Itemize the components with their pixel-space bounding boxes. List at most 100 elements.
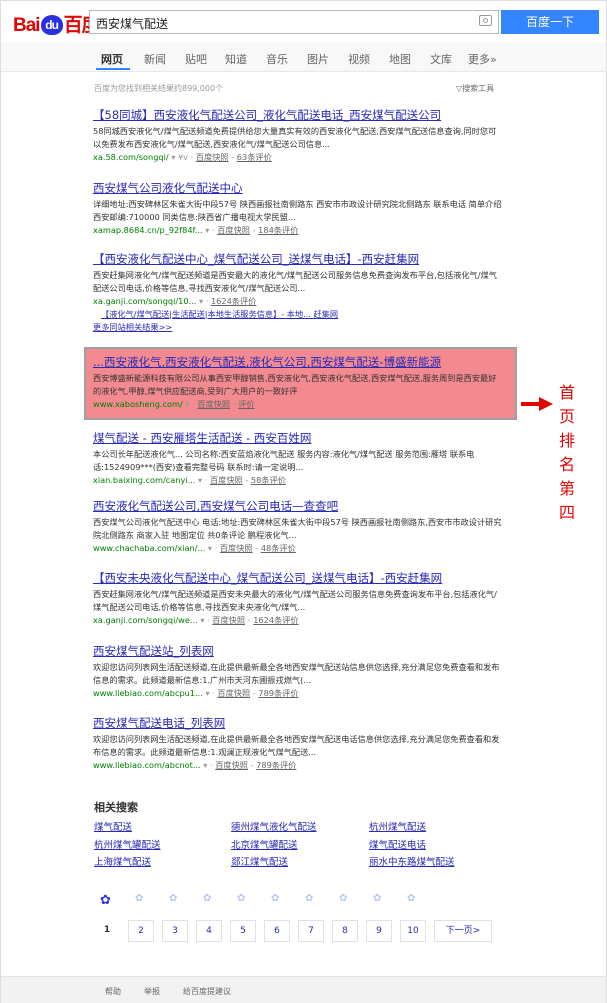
related-searches-title: 相关搜索: [94, 801, 138, 814]
tab-video[interactable]: 视频: [348, 51, 370, 67]
related-search-link[interactable]: 丽水中东路煤气配送: [369, 854, 455, 868]
result-url-extra: ▾ ·: [200, 615, 210, 626]
result-url[interactable]: xamap.8684.cn/p_92f84f...: [93, 225, 203, 235]
search-button[interactable]: 百度一下: [501, 10, 599, 34]
result-title[interactable]: 西安煤气公司液化气配送中心: [93, 181, 503, 196]
tab-web[interactable]: 网页: [101, 51, 123, 67]
result-url-extra: ▾ ·: [198, 475, 208, 486]
paw-icon: ✿: [271, 893, 280, 904]
page-link[interactable]: 2: [128, 920, 154, 942]
related-search-link[interactable]: 杭州煤气罐配送: [94, 837, 161, 851]
paw-icon: ✿: [339, 893, 348, 904]
red-arrow-icon: [521, 397, 553, 411]
search-result: 西安煤气配送电话_列表网 欢迎您访问列表网生活配送频道,在此提供最新最全各地西安…: [93, 716, 503, 771]
tab-news[interactable]: 新闻: [144, 51, 166, 67]
result-url[interactable]: www.chachaba.com/xian/...: [93, 543, 205, 553]
result-title[interactable]: 西安煤气配送电话_列表网: [93, 716, 503, 731]
search-input[interactable]: 西安煤气配送: [89, 10, 499, 34]
paw-icon: ✿: [373, 893, 382, 904]
result-title[interactable]: ...西安液化气,西安液化气配送,液化气公司,西安煤气配送-博盛新能源: [93, 355, 503, 370]
result-title[interactable]: 西安煤气配送站_列表网: [93, 644, 503, 659]
page-link[interactable]: 8: [332, 920, 358, 942]
result-abstract: 本公司长年配送液化气... 公司名称:西安蓝焰液化气配送 服务内容:液化气/煤气…: [93, 449, 475, 472]
search-tools-button[interactable]: ▽搜索工具: [456, 83, 494, 94]
related-search-link[interactable]: 杭州煤气配送: [369, 819, 426, 833]
snapshot-link[interactable]: 百度快照: [196, 152, 229, 162]
footer-feedback-link[interactable]: 给百度提建议: [183, 986, 231, 997]
tab-zhidao[interactable]: 知道: [225, 51, 247, 67]
tab-map[interactable]: 地图: [389, 51, 411, 67]
snapshot-link[interactable]: 百度快照: [210, 475, 243, 485]
paw-icon: ✿: [135, 893, 144, 904]
result-title[interactable]: 【西安未央液化气配送中心_煤气配送公司_送煤气电话】-西安赶集网: [93, 571, 503, 586]
reviews-link[interactable]: 58条评价: [251, 475, 286, 485]
page-link[interactable]: 9: [366, 920, 392, 942]
related-search-link[interactable]: 德州煤气液化气配送: [231, 819, 317, 833]
tab-more[interactable]: 更多»: [468, 51, 497, 67]
next-page-button[interactable]: 下一页>: [434, 920, 492, 942]
paw-icon: ✿: [305, 893, 314, 904]
reviews-link[interactable]: 1624条评价: [211, 296, 256, 306]
paw-logo-icon: du: [40, 15, 63, 35]
paw-icon: ✿: [203, 893, 212, 904]
reviews-link[interactable]: 1624条评价: [253, 615, 298, 625]
result-abstract: 西安赶集网液化气/煤气配送频道是西安最大的液化气/煤气配送公司服务信息免费查询发…: [93, 270, 497, 293]
page-link[interactable]: 10: [400, 920, 426, 942]
result-title[interactable]: 【西安液化气配送中心_煤气配送公司_送煤气电话】-西安赶集网: [93, 252, 503, 267]
reviews-link[interactable]: 48条评价: [261, 543, 296, 553]
reviews-link[interactable]: 63条评价: [237, 152, 272, 162]
related-search-link[interactable]: 上海煤气配送: [94, 854, 151, 868]
snapshot-link[interactable]: 百度快照: [220, 543, 253, 553]
result-abstract: 西安博盛新能源科技有限公司从事西安甲醇销售,西安液化气,西安液化气配送,西安煤气…: [93, 373, 497, 396]
result-url[interactable]: www.xabosheng.com/: [93, 399, 183, 409]
sub-link[interactable]: 【液化气/煤气配送|生活配送|本地生活服务信息】- 本地... 赶集网: [101, 309, 338, 319]
result-url-extra: ▾ ·: [199, 296, 209, 307]
result-abstract: 58同城西安液化气/煤气配送频道免费提供给您大量真实有效的西安液化气配送,西安煤…: [93, 126, 497, 149]
result-title[interactable]: 煤气配送 - 西安雁塔生活配送 - 西安百姓网: [93, 431, 503, 446]
related-search-link[interactable]: 北京煤气罐配送: [231, 837, 298, 851]
paw-icon: ✿: [237, 893, 246, 904]
related-search-link[interactable]: 煤气配送: [94, 819, 132, 833]
reviews-link[interactable]: 789条评价: [256, 760, 296, 770]
related-search-link[interactable]: 煤气配送电话: [369, 837, 426, 851]
result-url[interactable]: xa.ganji.com/songqi/10...: [93, 296, 196, 306]
result-url[interactable]: www.liebiao.com/abcnot...: [93, 760, 201, 770]
more-same-site-link[interactable]: 更多同站相关结果>>: [93, 322, 172, 332]
snapshot-link[interactable]: 百度快照: [212, 615, 245, 625]
result-url[interactable]: www.liebiao.com/abcpu1...: [93, 688, 203, 698]
page-link[interactable]: 4: [196, 920, 222, 942]
result-url[interactable]: xian.baixing.com/canyi...: [93, 475, 195, 485]
snapshot-link[interactable]: 百度快照: [217, 225, 250, 235]
page-link[interactable]: 5: [230, 920, 256, 942]
tab-tieba[interactable]: 贴吧: [185, 51, 207, 67]
tab-wenku[interactable]: 文库: [430, 51, 452, 67]
search-result: 西安煤气配送站_列表网 欢迎您访问列表网生活配送频道,在此提供最新最全各地西安煤…: [93, 644, 503, 699]
reviews-link[interactable]: 评价: [238, 399, 254, 409]
result-url-line: xamap.8684.cn/p_92f84f... ▾ · 百度快照 - 184…: [93, 225, 299, 236]
result-url-extra: ▾ ·: [205, 225, 215, 236]
result-url-line: xian.baixing.com/canyi... ▾ · 百度快照 - 58条…: [93, 475, 286, 486]
snapshot-link[interactable]: 百度快照: [215, 760, 248, 770]
result-url[interactable]: xa.58.com/songqi/: [93, 152, 169, 162]
tab-images[interactable]: 图片: [307, 51, 329, 67]
camera-icon[interactable]: [479, 15, 492, 26]
page-current: 1: [103, 925, 111, 935]
footer-report-link[interactable]: 举报: [144, 986, 160, 997]
page-link[interactable]: 6: [264, 920, 290, 942]
result-url[interactable]: xa.ganji.com/songqi/we...: [93, 615, 198, 625]
page-link[interactable]: 7: [298, 920, 324, 942]
reviews-link[interactable]: 789条评价: [258, 688, 298, 698]
footer-help-link[interactable]: 帮助: [105, 986, 121, 997]
result-title[interactable]: 西安液化气配送公司,西安煤气公司电话—查查吧: [93, 499, 503, 514]
page-link[interactable]: 3: [162, 920, 188, 942]
search-result: 煤气配送 - 西安雁塔生活配送 - 西安百姓网 本公司长年配送液化气... 公司…: [93, 431, 503, 486]
tab-music[interactable]: 音乐: [266, 51, 288, 67]
related-search-link[interactable]: 郯江煤气配送: [231, 854, 288, 868]
footer: 帮助 举报 给百度提建议: [1, 976, 606, 1003]
reviews-link[interactable]: 184条评价: [258, 225, 298, 235]
result-url-line: www.xabosheng.com/ ▾ · 百度快照 - 评价: [93, 399, 255, 410]
baidu-logo[interactable]: Bai du 百度: [13, 10, 101, 37]
snapshot-link[interactable]: 百度快照: [217, 688, 250, 698]
snapshot-link[interactable]: 百度快照: [197, 399, 230, 409]
result-title[interactable]: 【58同城】西安液化气配送公司_液化气配送电话_西安煤气配送公司: [93, 108, 503, 123]
